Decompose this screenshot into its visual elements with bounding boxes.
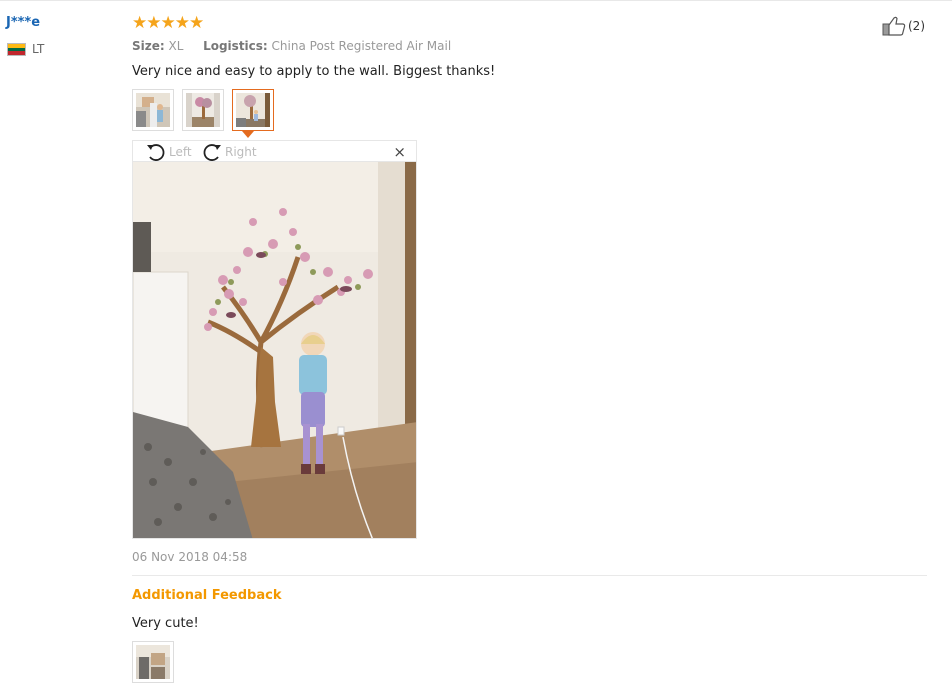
photo-thumbnail-1[interactable] [132, 89, 174, 131]
additional-feedback-text: Very cute! [132, 616, 199, 631]
rotate-right-button[interactable]: Right [201, 142, 257, 162]
rotate-right-icon [203, 144, 221, 161]
star-rating: ★★★★★ [132, 13, 204, 33]
rotate-left-icon [147, 144, 165, 161]
photo-thumbnail-3-image [236, 93, 270, 127]
review-date: 06 Nov 2018 04:58 [132, 550, 248, 564]
review-text: Very nice and easy to apply to the wall.… [132, 64, 496, 79]
rotate-left-label: Left [169, 145, 192, 159]
size-label: Size: [132, 39, 165, 53]
additional-photo-thumbnail-1-image [136, 645, 170, 679]
lithuania-flag-icon [7, 43, 26, 56]
review-photo-large [132, 161, 417, 539]
top-divider [0, 0, 952, 1]
review-photo-image [133, 162, 416, 538]
photo-thumbnail-1-image [136, 93, 170, 127]
photo-viewer-toolbar: Left Right × [132, 140, 417, 162]
additional-photo-thumbnail-1[interactable] [132, 641, 174, 683]
close-viewer-button[interactable]: × [393, 143, 406, 161]
reviewer-name[interactable]: J***e [6, 15, 40, 30]
thumbs-up-icon [882, 16, 906, 36]
additional-photo-thumbnails [132, 641, 174, 683]
country-code: LT [32, 42, 45, 56]
size-value: XL [168, 39, 184, 53]
rotate-left-button[interactable]: Left [145, 142, 192, 162]
helpful-count: (2) [908, 19, 925, 33]
additional-feedback-title: Additional Feedback [132, 588, 282, 603]
feedback-divider [132, 575, 927, 576]
logistics-value: China Post Registered Air Mail [271, 39, 452, 53]
photo-thumbnail-2[interactable] [182, 89, 224, 131]
order-meta: Size: XL Logistics: China Post Registere… [132, 39, 451, 53]
photo-thumbnails [132, 89, 274, 131]
helpful-button[interactable]: (2) [882, 16, 925, 36]
rotate-right-label: Right [225, 145, 257, 159]
logistics-label: Logistics: [203, 39, 268, 53]
photo-thumbnail-3[interactable] [232, 89, 274, 131]
photo-thumbnail-2-image [186, 93, 220, 127]
active-thumbnail-caret [242, 131, 254, 138]
